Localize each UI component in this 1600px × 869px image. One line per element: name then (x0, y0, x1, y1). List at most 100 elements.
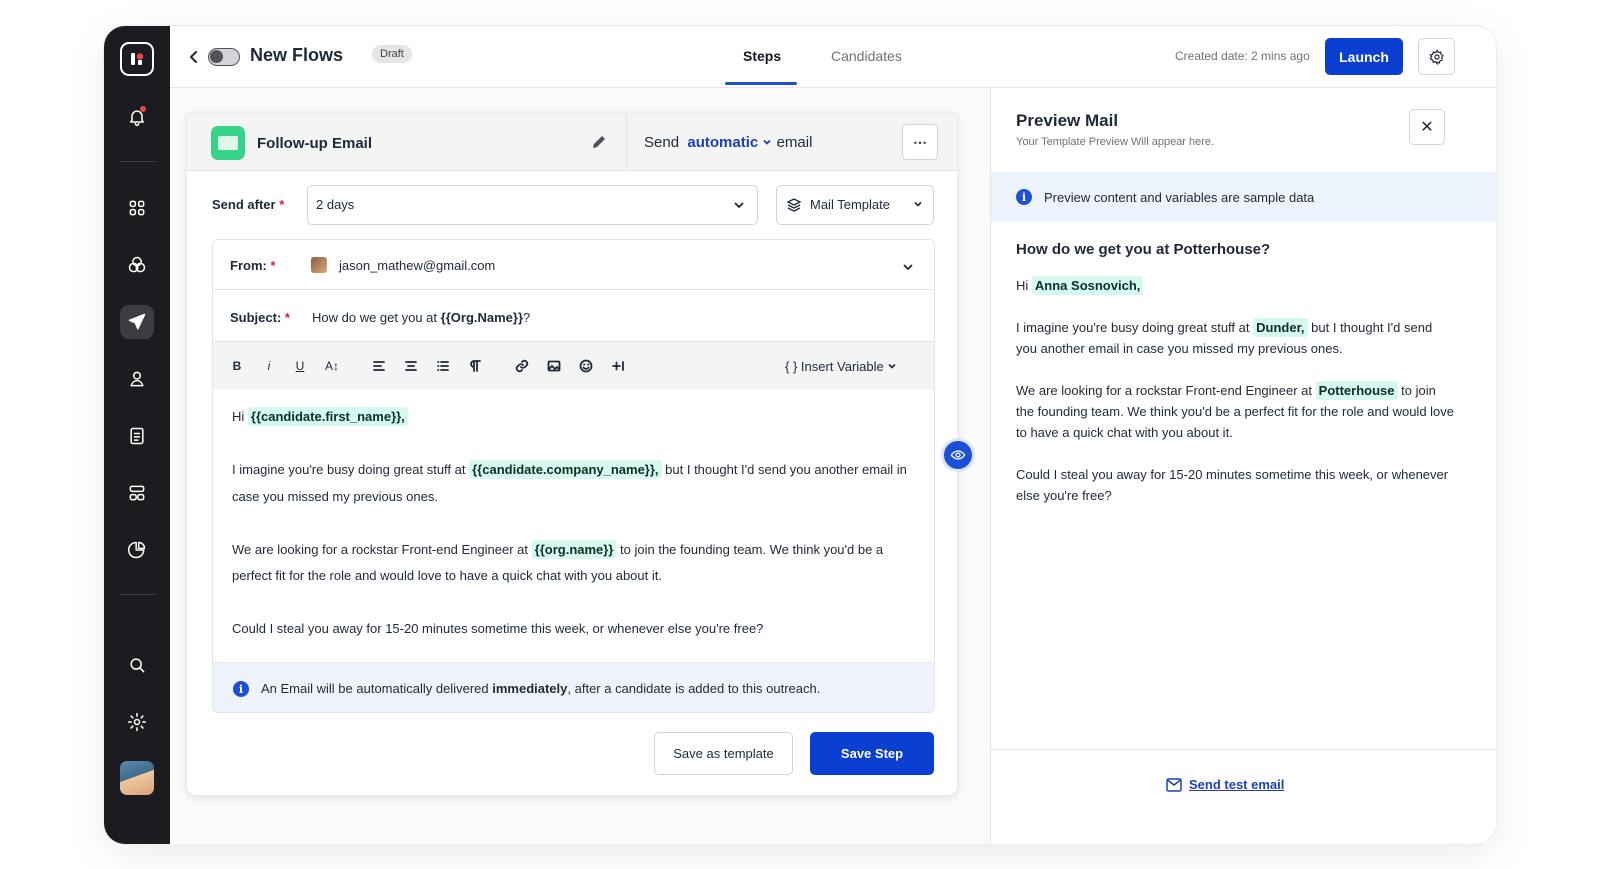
rail-divider (120, 161, 156, 162)
email-body[interactable]: Hi {{candidate.first_name}}, I imagine y… (213, 390, 934, 662)
insert-variable-dropdown[interactable]: { } Insert Variable (785, 359, 897, 374)
send-suffix: email (776, 134, 813, 151)
email-editor: From: * jason_mathew@gmail.com Subject: … (212, 239, 935, 713)
info-icon: i (233, 681, 249, 697)
align-center-icon[interactable] (402, 357, 420, 375)
subject-row[interactable]: Subject: * How do we get you at {{Org.Na… (213, 290, 934, 342)
preview-footer: Send test email (991, 749, 1496, 844)
font-size-button[interactable]: A↕ (323, 357, 341, 375)
settings-icon[interactable] (120, 705, 154, 739)
send-icon[interactable] (120, 305, 154, 339)
send-mode-value[interactable]: automatic (687, 134, 758, 151)
body-paragraph: Could I steal you away for 15-20 minutes… (232, 621, 764, 636)
sender-avatar (311, 257, 327, 273)
save-step-button[interactable]: Save Step (810, 732, 934, 775)
send-test-email-link[interactable]: Send test email (1189, 777, 1284, 792)
step-title: Follow-up Email (257, 135, 372, 152)
header-divider (626, 113, 627, 171)
step-editor-card: Follow-up Email Send automatic email ⋯ S… (186, 112, 958, 796)
mail-template-label: Mail Template (810, 197, 890, 212)
user-icon[interactable] (120, 362, 154, 396)
chevron-down-icon[interactable] (902, 261, 914, 273)
paragraph-icon[interactable] (466, 357, 484, 375)
resolved-variable: Potterhouse (1315, 381, 1398, 400)
link-icon[interactable] (513, 357, 531, 375)
body-paragraph: Hi {{candidate.first_name}}, (232, 404, 915, 431)
resolved-variable: Dunder, (1253, 318, 1308, 337)
back-arrow-icon[interactable] (182, 45, 206, 69)
body-paragraph: We are looking for a rockstar Front-end … (232, 539, 884, 583)
rail-divider (120, 594, 156, 595)
preview-subtitle: Your Template Preview Will appear here. (1016, 136, 1215, 148)
preview-panel: Preview Mail Your Template Preview Will … (990, 88, 1496, 844)
italic-button[interactable]: i (260, 357, 278, 375)
underline-button[interactable]: U (291, 357, 309, 375)
app-window: New Flows Draft Steps Candidates Created… (103, 25, 1497, 845)
launch-button[interactable]: Launch (1325, 38, 1403, 75)
from-email: jason_mathew@gmail.com (339, 258, 496, 273)
chevron-down-icon (763, 139, 772, 145)
send-after-value: 2 days (316, 197, 355, 212)
tab-candidates[interactable]: Candidates (831, 48, 902, 64)
close-preview-button[interactable]: ✕ (1409, 109, 1445, 145)
formatting-toolbar: B i U A↕ { } Insert Variable (213, 342, 934, 390)
layers-icon (786, 198, 802, 212)
active-tab-indicator (725, 82, 797, 85)
mail-template-dropdown[interactable]: Mail Template (776, 185, 934, 225)
close-icon: ✕ (1420, 119, 1434, 136)
chevron-down-icon (888, 363, 896, 369)
save-as-template-button[interactable]: Save as template (654, 732, 793, 775)
tab-steps[interactable]: Steps (743, 48, 781, 64)
subject-input[interactable]: How do we get you at {{Org.Name}}? (312, 310, 530, 325)
document-icon[interactable] (120, 419, 154, 453)
emoji-icon[interactable] (577, 357, 595, 375)
send-after-label: Send after * (212, 197, 285, 212)
search-icon[interactable] (120, 648, 154, 682)
templates-icon[interactable] (120, 476, 154, 510)
more-options-button[interactable]: ⋯ (902, 124, 938, 160)
edit-pencil-icon[interactable] (590, 133, 608, 151)
subject-label: Subject: * (230, 310, 290, 325)
toggle-preview-button[interactable] (941, 438, 975, 472)
status-badge: Draft (372, 45, 412, 63)
user-avatar[interactable] (120, 761, 154, 795)
side-rail (104, 26, 170, 844)
bold-button[interactable]: B (228, 357, 246, 375)
flow-toggle[interactable] (208, 48, 240, 66)
body-paragraph: I imagine you're busy doing great stuff … (232, 460, 907, 504)
app-logo-icon[interactable] (120, 42, 154, 76)
dashboard-icon[interactable] (120, 191, 154, 225)
chevron-down-icon (734, 202, 744, 209)
variable-chip: {{org.name}} (531, 539, 617, 559)
preview-subject: How do we get you at Potterhouse? (1016, 241, 1271, 258)
top-bar: New Flows Draft Steps Candidates Created… (170, 26, 1496, 88)
list-icon[interactable] (434, 357, 452, 375)
info-icon: i (1016, 189, 1032, 205)
from-label: From: * (230, 258, 276, 273)
image-icon[interactable] (545, 357, 563, 375)
insert-block-icon[interactable] (609, 357, 627, 375)
created-date: Created date: 2 mins ago (1175, 49, 1310, 63)
integrations-icon[interactable] (120, 248, 154, 282)
chevron-down-icon (914, 201, 922, 207)
notifications-icon[interactable] (120, 100, 154, 134)
send-mode-selector[interactable]: Send automatic email (644, 134, 812, 151)
send-prefix: Send (644, 134, 680, 151)
from-row[interactable]: From: * jason_mathew@gmail.com (213, 240, 934, 290)
flow-title: New Flows (250, 45, 344, 65)
variable-chip: {{candidate.company_name}}, (469, 460, 662, 479)
gear-icon (1428, 48, 1444, 65)
sample-data-notice: i Preview content and variables are samp… (991, 172, 1496, 222)
flow-settings-button[interactable] (1418, 38, 1455, 75)
preview-title: Preview Mail (1016, 111, 1119, 130)
analytics-icon[interactable] (120, 533, 154, 567)
align-left-icon[interactable] (370, 357, 388, 375)
eye-icon (950, 450, 966, 460)
mail-icon (1166, 778, 1182, 792)
step-header: Follow-up Email Send automatic email ⋯ (187, 113, 957, 171)
delivery-notice: i An Email will be automatically deliver… (213, 662, 934, 712)
resolved-variable: Anna Sosnovich, (1031, 276, 1144, 295)
email-step-icon (211, 126, 245, 160)
variable-chip: {{candidate.first_name}}, (247, 407, 408, 426)
send-after-select[interactable]: 2 days (307, 185, 758, 225)
